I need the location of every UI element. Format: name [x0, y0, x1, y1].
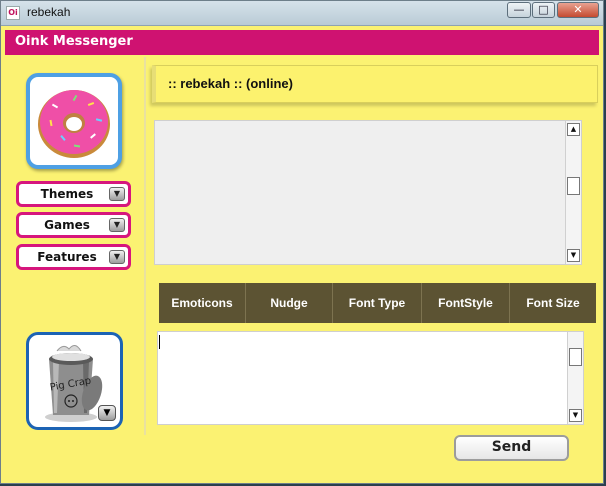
scroll-thumb[interactable]: [567, 177, 580, 195]
message-toolbar: Emoticons Nudge Font Type FontStyle Font…: [159, 283, 596, 323]
scroll-down-icon[interactable]: ▼: [569, 409, 582, 422]
window-title: rebekah: [27, 5, 71, 19]
app-header: Oink Messenger: [5, 30, 599, 55]
features-button[interactable]: Features ▼: [16, 244, 131, 270]
text-caret: [159, 335, 160, 349]
maximize-button[interactable]: □: [532, 2, 555, 18]
donut-avatar-icon: [38, 90, 110, 158]
message-input[interactable]: ▼: [157, 331, 584, 425]
emoticons-button[interactable]: Emoticons: [159, 283, 246, 323]
avatar[interactable]: [26, 73, 122, 169]
chevron-down-icon[interactable]: ▼: [98, 405, 116, 421]
chat-scrollbar[interactable]: ▲ ▼: [565, 121, 581, 264]
themes-label: Themes: [40, 187, 94, 201]
input-scroll-thumb[interactable]: [569, 348, 582, 366]
minimize-button[interactable]: —: [507, 2, 531, 18]
chevron-down-icon[interactable]: ▼: [109, 218, 125, 232]
themes-button[interactable]: Themes ▼: [16, 181, 131, 207]
scroll-down-icon[interactable]: ▼: [567, 249, 580, 262]
games-button[interactable]: Games ▼: [16, 212, 131, 238]
scroll-up-icon[interactable]: ▲: [567, 123, 580, 136]
chevron-down-icon[interactable]: ▼: [109, 187, 125, 201]
messenger-window: Oi rebekah — □ ✕ Oink Messenger Themes ▼…: [0, 0, 604, 484]
app-icon: Oi: [6, 6, 20, 20]
trash-bin[interactable]: Pig Crap ▼: [26, 332, 123, 430]
chat-history[interactable]: ▲ ▼: [154, 120, 582, 265]
font-type-button[interactable]: Font Type: [333, 283, 422, 323]
input-scrollbar[interactable]: ▼: [567, 332, 583, 424]
sidebar: Themes ▼ Games ▼ Features ▼ Pig Crap ▼: [5, 57, 146, 435]
font-style-button[interactable]: FontStyle: [422, 283, 510, 323]
chevron-down-icon[interactable]: ▼: [109, 250, 125, 264]
window-titlebar[interactable]: Oi rebekah — □ ✕: [1, 1, 603, 26]
features-label: Features: [37, 250, 97, 264]
games-label: Games: [44, 218, 90, 232]
font-size-button[interactable]: Font Size: [510, 283, 596, 323]
contact-status-bar: :: rebekah :: (online): [152, 65, 598, 103]
send-button[interactable]: Send: [454, 435, 569, 461]
nudge-button[interactable]: Nudge: [246, 283, 333, 323]
app-title: Oink Messenger: [15, 34, 133, 49]
close-button[interactable]: ✕: [557, 2, 599, 18]
contact-status: :: rebekah :: (online): [168, 76, 293, 91]
